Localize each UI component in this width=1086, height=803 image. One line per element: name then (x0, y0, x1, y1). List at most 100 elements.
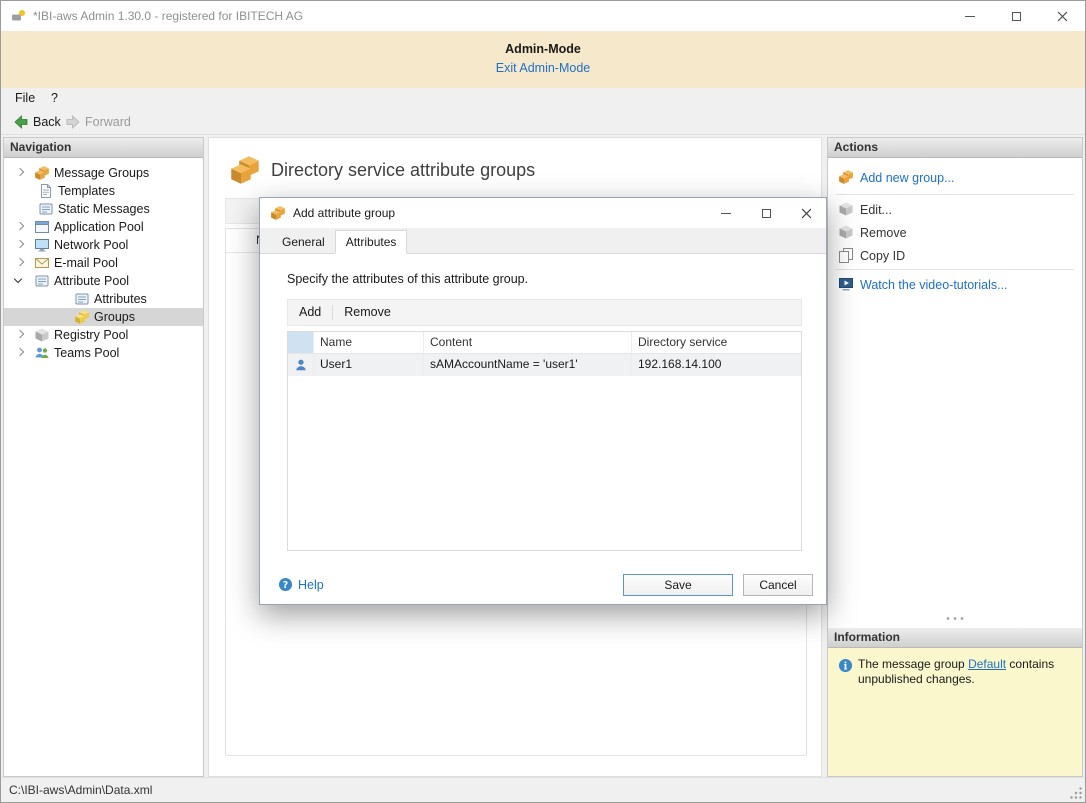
title-bar[interactable]: *IBI-aws Admin 1.30.0 - registered for I… (1, 1, 1085, 31)
network-pool-icon (34, 237, 50, 253)
add-attribute-button[interactable]: Add (288, 300, 332, 325)
back-button[interactable]: Back (9, 112, 65, 132)
dialog-tabstrip: General Attributes (260, 228, 826, 254)
cell-name: User1 (314, 354, 424, 376)
action-label: Edit... (860, 200, 892, 220)
cell-directory-service: 192.168.14.100 (632, 354, 801, 376)
nav-item-application-pool[interactable]: Application Pool (4, 218, 203, 236)
nav-item-label: Static Messages (58, 200, 150, 218)
attributes-icon (74, 291, 90, 307)
add-group-icon (838, 169, 854, 185)
close-icon (1057, 11, 1068, 22)
data-file-path: C:\IBI-aws\Admin\Data.xml (9, 778, 152, 802)
information-panel: The message group Default contains unpub… (828, 648, 1082, 776)
minimize-icon (965, 16, 975, 17)
menu-file[interactable]: File (9, 88, 41, 109)
navigation-toolbar: Back Forward (1, 109, 1085, 135)
nav-item-static-messages[interactable]: Static Messages (4, 200, 203, 218)
info-text-before: The message group (858, 657, 968, 671)
nav-item-message-groups[interactable]: Message Groups (4, 164, 203, 182)
default-group-link[interactable]: Default (968, 657, 1006, 671)
nav-item-label: Message Groups (54, 164, 149, 182)
remove-icon (838, 224, 854, 240)
separator (836, 194, 1074, 195)
tab-general[interactable]: General (272, 231, 335, 253)
window-title: *IBI-aws Admin 1.30.0 - registered for I… (33, 1, 303, 31)
icon-column-header (288, 332, 314, 353)
nav-item-teams-pool[interactable]: Teams Pool (4, 344, 203, 362)
nav-item-email-pool[interactable]: E-mail Pool (4, 254, 203, 272)
nav-item-groups-selected[interactable]: Groups (4, 308, 203, 326)
splitter-grip[interactable] (945, 616, 965, 621)
table-row[interactable]: User1 sAMAccountName = 'user1' 192.168.1… (288, 354, 801, 376)
dialog-description: Specify the attributes of this attribute… (287, 272, 528, 286)
back-label: Back (33, 115, 61, 129)
admin-mode-banner: Admin-Mode Exit Admin-Mode (1, 31, 1085, 88)
email-pool-icon (34, 255, 50, 271)
dialog-maximize-button[interactable] (746, 198, 786, 228)
page-title: Directory service attribute groups (271, 160, 535, 181)
expand-chevron-icon[interactable] (16, 222, 24, 230)
nav-item-attribute-pool[interactable]: Attribute Pool (4, 272, 203, 290)
menu-help[interactable]: ? (45, 88, 64, 109)
nav-item-label: Network Pool (54, 236, 128, 254)
cell-content: sAMAccountName = 'user1' (424, 354, 632, 376)
exit-admin-mode-link[interactable]: Exit Admin-Mode (496, 61, 590, 75)
expand-chevron-icon[interactable] (16, 348, 24, 356)
maximize-icon (1012, 12, 1021, 21)
dialog-close-button[interactable] (786, 198, 826, 228)
nav-item-attributes[interactable]: Attributes (4, 290, 203, 308)
dialog-title: Add attribute group (293, 198, 395, 228)
person-icon (294, 358, 308, 372)
minimize-button[interactable] (947, 1, 993, 31)
minimize-icon (721, 213, 731, 214)
column-header-name[interactable]: Name (314, 332, 424, 353)
save-button[interactable]: Save (623, 574, 733, 596)
information-header: Information (828, 628, 1082, 648)
nav-item-label: Groups (94, 308, 135, 326)
video-icon (838, 276, 854, 292)
tab-attributes[interactable]: Attributes (335, 230, 408, 254)
message-groups-icon (34, 165, 50, 181)
nav-item-network-pool[interactable]: Network Pool (4, 236, 203, 254)
expand-chevron-icon[interactable] (16, 240, 24, 248)
column-header-directory-service[interactable]: Directory service (632, 332, 801, 353)
action-label: Remove (860, 223, 907, 243)
resize-grip-icon[interactable] (1070, 787, 1083, 800)
expand-chevron-icon[interactable] (16, 330, 24, 338)
information-text: The message group Default contains unpub… (858, 657, 1074, 687)
forward-button[interactable]: Forward (61, 112, 135, 132)
expand-chevron-icon[interactable] (16, 168, 24, 176)
attribute-groups-icon (229, 154, 261, 186)
remove-attribute-button[interactable]: Remove (333, 300, 402, 325)
collapse-chevron-icon[interactable] (14, 275, 22, 283)
action-label: Add new group... (860, 168, 955, 188)
action-add-new-group[interactable]: Add new group... (828, 168, 1082, 188)
dialog-title-bar[interactable]: Add attribute group (260, 198, 826, 228)
navigation-panel: Navigation Message Groups Templates Stat… (3, 137, 204, 777)
teams-pool-icon (34, 345, 50, 361)
forward-arrow-icon (65, 114, 81, 130)
navigation-header: Navigation (4, 138, 203, 158)
static-messages-icon (38, 201, 54, 217)
separator (836, 269, 1074, 270)
expand-chevron-icon[interactable] (16, 258, 24, 266)
help-link[interactable]: Help (278, 577, 324, 592)
dialog-minimize-button[interactable] (706, 198, 746, 228)
action-copy-id[interactable]: Copy ID (828, 246, 1082, 266)
column-header-content[interactable]: Content (424, 332, 632, 353)
attributes-table: Name Content Directory service User1 sAM… (287, 331, 802, 551)
dialog-toolbar: Add Remove (287, 299, 802, 326)
info-circle-icon (838, 658, 853, 673)
action-edit[interactable]: Edit... (828, 200, 1082, 220)
maximize-button[interactable] (993, 1, 1039, 31)
nav-item-registry-pool[interactable]: Registry Pool (4, 326, 203, 344)
nav-item-templates[interactable]: Templates (4, 182, 203, 200)
close-button[interactable] (1039, 1, 1085, 31)
cancel-button[interactable]: Cancel (743, 574, 813, 596)
nav-item-label: Attribute Pool (54, 272, 129, 290)
action-watch-tutorials[interactable]: Watch the video-tutorials... (828, 275, 1082, 295)
forward-label: Forward (85, 115, 131, 129)
action-remove[interactable]: Remove (828, 223, 1082, 243)
action-label: Watch the video-tutorials... (860, 275, 1008, 295)
